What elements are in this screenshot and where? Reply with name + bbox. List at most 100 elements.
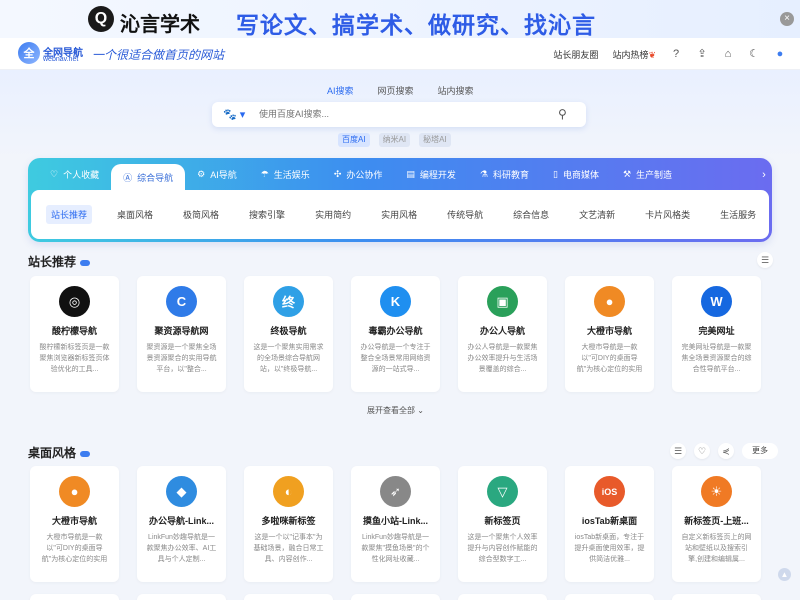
site-name: 大橙市导航 xyxy=(586,326,632,336)
search-icon[interactable]: ⚲ xyxy=(558,107,572,121)
site-card[interactable]: W 完美网址 完美网址导航是一款聚焦全场景资源聚合的综合性导航平台... xyxy=(672,276,761,392)
subcategory-item[interactable]: 搜索引擎 xyxy=(244,205,290,224)
chip-baidu-ai[interactable]: 百度AI xyxy=(338,133,370,147)
site-card[interactable]: ☀ 新标签页-上班... 自定义新标签页上的网站和壁纸以及搜索引擎,创建和编辑属..… xyxy=(672,466,761,582)
site-name: 多啦咪新标签 xyxy=(261,516,316,526)
upload-icon[interactable]: ⇪ xyxy=(696,48,708,60)
category-label: 编程开发 xyxy=(419,169,456,180)
card-placeholder[interactable] xyxy=(565,594,654,600)
search-tab-site[interactable]: 站内搜索 xyxy=(438,84,474,97)
heart-icon[interactable]: ♡ xyxy=(694,443,710,459)
card-placeholder[interactable] xyxy=(137,594,226,600)
site-card[interactable]: ◆ 办公导航-Link... LinkFun妙趣导航是一款聚焦办公效率、AI工具与个… xyxy=(137,466,226,582)
category-icon: ▤ xyxy=(406,168,415,179)
category-tab[interactable]: ♡ 个人收藏 xyxy=(38,158,111,190)
site-card[interactable]: ● 大橙市导航大橙市导航是一款以"可DIY的桌面导航"为核心定位的实用型... xyxy=(30,466,119,582)
site-name: 新标签页 xyxy=(484,516,521,526)
site-card[interactable]: iOS iosTab新桌面 iosTab新桌面，专注于提升桌面使用效率，提供简洁优雅… xyxy=(565,466,654,582)
top-banner-ad[interactable]: Q 沁言学术 写论文、搞学术、做研究、找沁言 × xyxy=(0,0,800,38)
site-card[interactable]: C 聚资源导航网 聚资源是一个聚焦全场景资源聚合的实用导航平台，以"整合... xyxy=(137,276,226,392)
subcategory-bar: 站长推荐 桌面风格 极简风格 搜索引擎 实用简约 实用风格 传统导航 综合信息 文艺清新 卡片风格… xyxy=(31,190,769,239)
site-icon: ● xyxy=(594,286,625,317)
card-placeholder[interactable] xyxy=(244,594,333,600)
user-icon[interactable]: ● xyxy=(774,48,786,60)
site-card[interactable]: K 毒霸办公导航 办公导航是一个专注于整合全场景常用网络资源的一站式导... xyxy=(351,276,440,392)
site-icon: ➶ xyxy=(380,476,411,507)
subcategory-item[interactable]: 生活服务 xyxy=(715,205,761,224)
site-card[interactable]: ◐ 多啦咪新标签 这是一个以"记事本"为基础场景，融合日常工具、内容创作... xyxy=(244,466,333,582)
subcategory-item[interactable]: 桌面风格 xyxy=(112,205,158,224)
site-name: 终极导航 xyxy=(270,326,307,336)
banner-slogan: 写论文、搞学术、做研究、找沁言 xyxy=(236,12,596,38)
card-placeholder[interactable] xyxy=(30,594,119,600)
category-tab[interactable]: ✣ 办公协作 xyxy=(322,158,395,190)
card-placeholder[interactable] xyxy=(672,594,761,600)
subcategory-item[interactable]: 站长推荐 xyxy=(46,205,93,224)
category-tab[interactable]: ⚗ 科研教育 xyxy=(468,158,541,190)
subcategory-item[interactable]: 传统导航 xyxy=(442,205,488,224)
site-icon: W xyxy=(701,286,732,317)
site-slogan: 一个很适合做首页的网站 xyxy=(92,48,225,62)
site-name: 摸鱼小站-Link... xyxy=(363,516,428,526)
header-link-friends[interactable]: 站长朋友圈 xyxy=(553,48,598,61)
site-name: 酸柠檬导航 xyxy=(51,326,97,336)
header-nav: 站长朋友圈 站内热榜❦ ? ⇪ ⌂ ☾ ● xyxy=(553,38,786,70)
search-tab-web[interactable]: 网页搜索 xyxy=(378,84,414,97)
subcategory-item[interactable]: 实用简约 xyxy=(310,205,356,224)
search-tab-ai[interactable]: AI搜索 xyxy=(327,84,354,97)
expand-all-button[interactable]: 展开查看全部 ⌄ xyxy=(367,405,424,416)
subcategory-item[interactable]: 卡片风格类 xyxy=(640,205,695,224)
card-placeholder[interactable] xyxy=(351,594,440,600)
search-input[interactable] xyxy=(259,109,549,119)
site-description: 完美网址导航是一款聚焦全场景资源聚合的综合性导航平台... xyxy=(681,344,752,373)
subcategory-item[interactable]: 文艺清新 xyxy=(574,205,620,224)
site-description: 自定义新标签页上的网站和壁纸以及搜索引擎,创建和编辑属... xyxy=(681,534,752,563)
layout-toggle-icon[interactable]: ☰ xyxy=(670,443,686,459)
site-icon: ● xyxy=(59,476,90,507)
category-icon: ⚗ xyxy=(479,168,488,179)
subcategory-item[interactable]: 极简风格 xyxy=(178,205,224,224)
baidu-paw-icon[interactable]: 🐾 ▾ xyxy=(223,108,245,121)
category-tab[interactable]: ⚒ 生产制造 xyxy=(611,158,684,190)
more-button[interactable]: 更多 xyxy=(742,443,778,459)
site-description: 酸柠檬新标签页是一款聚焦浏览器新标签页体验优化的工具... xyxy=(39,344,110,373)
subcategory-item[interactable]: 实用风格 xyxy=(376,205,422,224)
back-to-top-icon[interactable]: ▲ xyxy=(778,568,791,581)
category-label: 生产制造 xyxy=(636,169,673,180)
site-icon: C xyxy=(166,286,197,317)
site-icon: ◆ xyxy=(166,476,197,507)
site-icon: ◎ xyxy=(59,286,90,317)
toggle-icon[interactable] xyxy=(80,259,91,266)
chip-nami-ai[interactable]: 纳米AI xyxy=(378,133,411,147)
moon-icon[interactable]: ☾ xyxy=(748,48,760,60)
chevron-right-icon[interactable]: › xyxy=(756,164,772,186)
category-tab[interactable]: Ⓐ 综合导航 xyxy=(111,164,186,190)
subcategory-item[interactable]: 综合信息 xyxy=(508,205,554,224)
site-card[interactable]: ➶ 摸鱼小站-Link... LinkFun妙趣导航是一款聚焦"摸鱼场景"的个性化网… xyxy=(351,466,440,582)
category-label: 科研教育 xyxy=(492,169,529,180)
card-placeholder[interactable] xyxy=(458,594,547,600)
site-card[interactable]: ▣ 办公人导航 办公人导航是一款聚焦办公效率提升与生活场景覆盖的综合... xyxy=(458,276,547,392)
site-logo[interactable]: 全 xyxy=(18,42,40,64)
close-icon[interactable]: × xyxy=(780,12,794,26)
category-tab[interactable]: ⚙ AI导航 xyxy=(185,158,249,190)
category-tab[interactable]: ☂ 生活娱乐 xyxy=(249,158,322,190)
site-card[interactable]: ◎ 酸柠檬导航酸柠檬新标签页是一款聚焦浏览器新标签页体验优化的工具... xyxy=(30,276,119,392)
layout-toggle-icon[interactable]: ☰ xyxy=(757,252,773,268)
chip-mita-ai[interactable]: 秘塔AI xyxy=(419,133,451,147)
category-tab[interactable]: ▯ 电商媒体 xyxy=(541,158,611,190)
site-card[interactable]: ▽ 新标签页 这是一个聚焦个人效率提升与内容创作赋能的综合型数字工... xyxy=(458,466,547,582)
share-icon[interactable]: ⋞ xyxy=(718,443,734,459)
section-title-recommend: 站长推荐 xyxy=(28,253,91,270)
toggle-icon[interactable] xyxy=(80,450,91,457)
home-icon[interactable]: ⌂ xyxy=(722,48,734,60)
header-link-hot[interactable]: 站内热榜❦ xyxy=(612,48,656,61)
site-icon: 终 xyxy=(273,286,304,317)
site-card[interactable]: ● 大橙市导航大橙市导航是一款以"可DIY的桌面导航"为核心定位的实用型... xyxy=(565,276,654,392)
section-title-desktop: 桌面风格 xyxy=(28,444,91,461)
category-tab[interactable]: ▤ 编程开发 xyxy=(394,158,468,190)
category-nav-panel: ♡ 个人收藏 Ⓐ 综合导航 ⚙ AI导航 ☂ 生活娱乐 ✣ 办公协作 ▤ 编程开发 ⚗ 科研教育 ▯ 电商媒体… xyxy=(28,158,772,242)
site-description: 大橙市导航是一款以"可DIY的桌面导航"为核心定位的实用型... xyxy=(576,344,643,373)
site-card[interactable]: 终终极导航 这是一个聚焦实用需求的全场景综合导航网站，以"终极导航... xyxy=(244,276,333,392)
help-icon[interactable]: ? xyxy=(670,48,682,60)
